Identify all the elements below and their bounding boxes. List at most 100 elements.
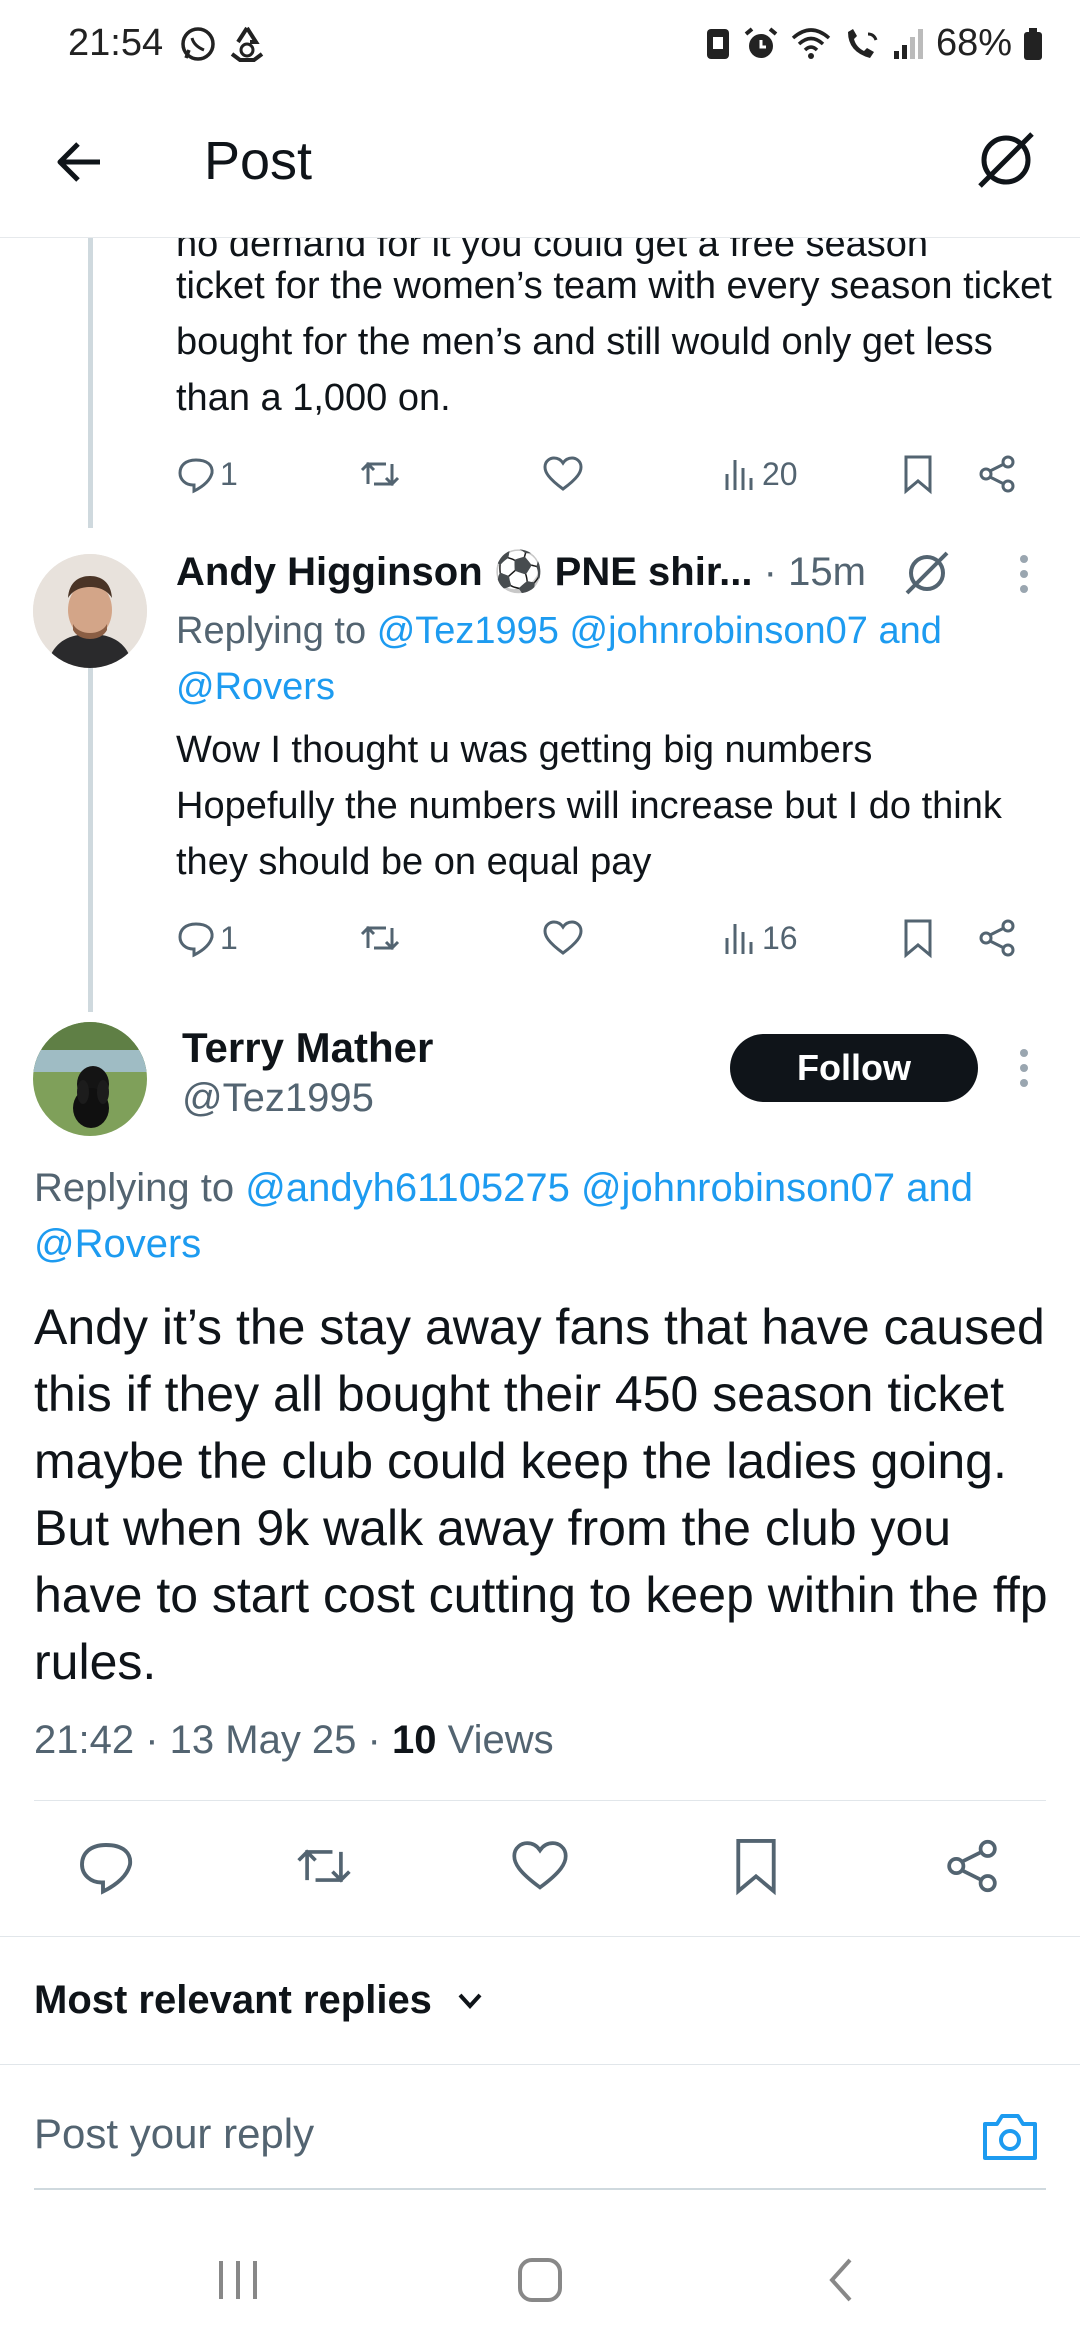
views-button[interactable]: 16 <box>722 910 798 966</box>
reply-icon <box>178 458 214 494</box>
views-button[interactable]: 20 <box>722 446 798 502</box>
tweet-text: ticket for the women’s team with every s… <box>176 265 1052 419</box>
status-time: 21:54 <box>68 22 164 64</box>
reply-input-underline <box>34 2188 1046 2190</box>
bookmark-button[interactable] <box>900 910 936 966</box>
system-navigation-bar <box>0 2220 1080 2340</box>
post-time: 21:42 · 13 May 25 · <box>34 1718 381 1762</box>
home-button[interactable] <box>500 2250 580 2310</box>
share-button[interactable] <box>976 446 1018 502</box>
retweet-icon <box>360 461 400 487</box>
bookmark-icon <box>904 455 932 495</box>
avatar-photo-icon <box>33 554 147 668</box>
status-left-icons <box>178 24 268 69</box>
bookmark-icon <box>736 1838 776 1896</box>
alarm-icon <box>742 25 780 63</box>
share-icon <box>979 919 1015 957</box>
analytics-icon <box>725 460 753 490</box>
tweet-author-row[interactable]: Andy Higginson ⚽ PNE shir... · 15m <box>176 548 866 595</box>
divider <box>0 1936 1080 1937</box>
more-options-button[interactable] <box>1004 1038 1044 1098</box>
author-handle[interactable]: @Tez1995 <box>182 1076 374 1121</box>
retweet-button[interactable] <box>358 446 402 502</box>
reply-icon <box>178 922 214 958</box>
tweet-actions: 1 20 <box>176 446 1036 502</box>
analytics-icon <box>725 924 753 954</box>
divider <box>34 1800 1046 1801</box>
divider <box>0 2064 1080 2065</box>
avatar-photo-icon <box>33 1022 147 1136</box>
recent-apps-icon <box>219 2261 257 2299</box>
reply-input[interactable]: Post your reply <box>34 2110 314 2158</box>
replying-to: Replying to @Tez1995 @johnrobinson07 and… <box>176 603 1056 715</box>
heart-icon <box>512 1841 568 1890</box>
replying-to: Replying to @andyh61105275 @johnrobinson… <box>34 1160 1054 1272</box>
like-button[interactable] <box>542 446 584 502</box>
signal-icon <box>892 27 926 61</box>
status-bar: 21:54 68% <box>0 0 1080 90</box>
camera-icon <box>983 2114 1037 2160</box>
top-app-bar: Post <box>0 90 1080 238</box>
home-icon <box>518 2258 562 2302</box>
more-options-button[interactable] <box>1004 544 1044 604</box>
chevron-left-icon <box>829 2258 852 2302</box>
camera-button[interactable] <box>974 2100 1046 2172</box>
bookmark-button[interactable] <box>720 1830 792 1902</box>
thread-connector <box>88 238 93 528</box>
battery-text: 68% <box>935 22 1012 64</box>
share-icon <box>979 455 1015 493</box>
like-button[interactable] <box>504 1830 576 1902</box>
follow-button[interactable]: Follow <box>730 1034 978 1102</box>
retweet-icon <box>360 925 400 951</box>
chevron-down-icon <box>458 1993 482 2009</box>
replies-sort-dropdown[interactable]: Most relevant replies <box>34 1978 486 2023</box>
grok-icon <box>905 551 949 595</box>
reply-icon <box>80 1843 133 1895</box>
views-count: 10 <box>391 1718 437 1762</box>
views-label: Views <box>447 1718 554 1762</box>
reply-button[interactable]: 1 <box>176 910 238 966</box>
author-name: Andy Higginson ⚽ PNE shir... <box>176 550 753 594</box>
bookmark-button[interactable] <box>900 446 936 502</box>
replying-to-label: Replying to <box>34 1166 235 1210</box>
thread-connector <box>88 668 93 1012</box>
tweet-actions: 1 16 <box>176 910 1036 966</box>
grok-button[interactable] <box>966 120 1046 200</box>
reply-count: 1 <box>220 919 238 956</box>
grok-icon <box>978 132 1034 188</box>
sim-icon <box>704 26 732 62</box>
arrow-left-icon <box>57 142 100 182</box>
views-count: 20 <box>762 455 798 492</box>
back-button[interactable] <box>44 126 116 198</box>
wifi-icon <box>790 26 832 62</box>
post-actions <box>0 1830 1080 1902</box>
sort-label: Most relevant replies <box>34 1978 432 2022</box>
retweet-button[interactable] <box>358 910 402 966</box>
reply-button[interactable]: 1 <box>176 446 238 502</box>
tweet-time: · 15m <box>763 550 866 594</box>
post-text: Andy it’s the stay away fans that have c… <box>34 1299 1048 1690</box>
recent-apps-button[interactable] <box>198 2250 278 2310</box>
whatsapp-icon <box>178 24 218 69</box>
share-button[interactable] <box>936 1830 1008 1902</box>
share-button[interactable] <box>976 910 1018 966</box>
wifi-call-icon <box>842 26 882 62</box>
like-button[interactable] <box>542 910 584 966</box>
avatar[interactable] <box>33 554 147 668</box>
bookmark-icon <box>904 919 932 959</box>
post-timestamp[interactable]: 21:42 · 13 May 25 · 10 Views <box>34 1718 554 1763</box>
recycle-icon <box>226 24 268 69</box>
page-title: Post <box>204 131 313 191</box>
tweet-text: Wow I thought u was getting big numbers … <box>176 729 1002 883</box>
avatar[interactable] <box>33 1022 147 1136</box>
heart-icon <box>543 920 583 955</box>
replying-to-label: Replying to <box>176 610 367 652</box>
grok-button[interactable] <box>902 548 952 603</box>
share-icon <box>947 1839 997 1893</box>
back-nav-button[interactable] <box>802 2250 882 2310</box>
reply-button[interactable] <box>70 1830 142 1902</box>
retweet-button[interactable] <box>288 1830 360 1902</box>
retweet-icon <box>297 1849 351 1883</box>
author-name[interactable]: Terry Mather <box>182 1024 433 1072</box>
battery-icon <box>1022 27 1044 61</box>
